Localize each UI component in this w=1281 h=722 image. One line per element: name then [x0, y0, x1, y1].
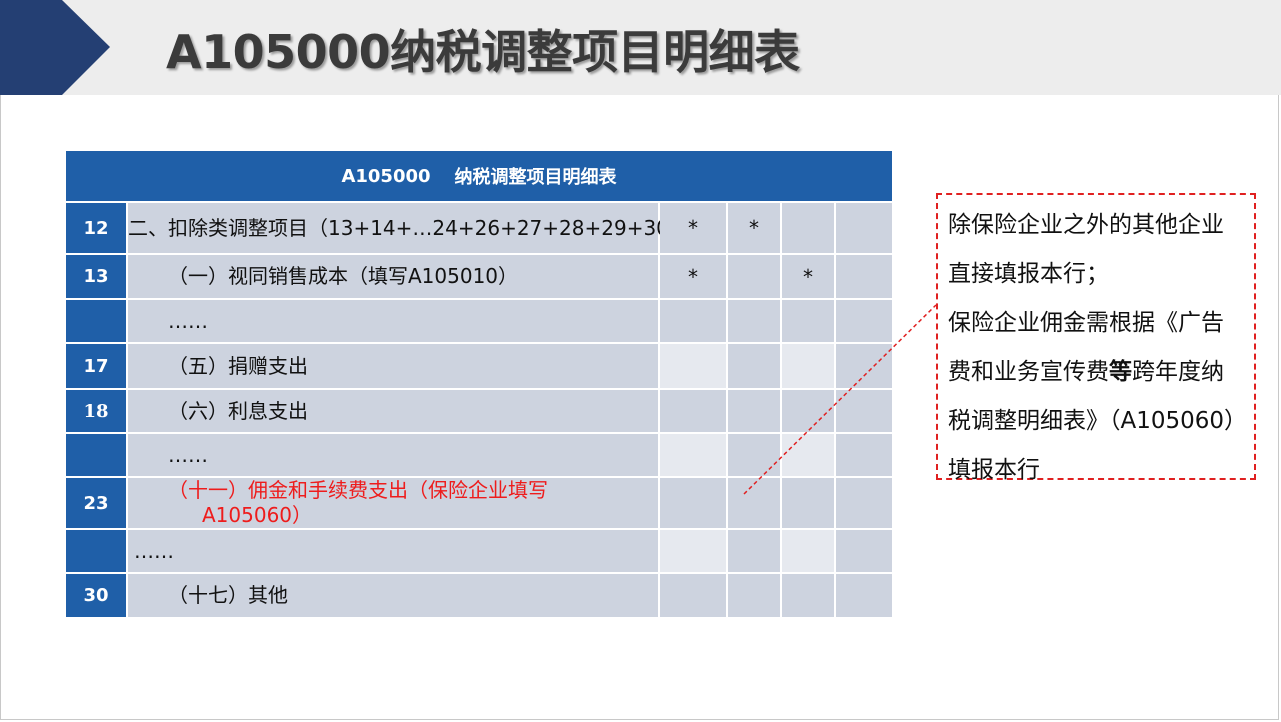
row-number: 18 [66, 390, 128, 432]
table-code: A105000 [341, 165, 431, 187]
row-cell [836, 530, 892, 572]
row-cell [660, 390, 728, 432]
row-cell [728, 255, 782, 298]
table-row: 13 （一）视同销售成本（填写A105010） * * [66, 255, 892, 300]
row-cell [728, 478, 782, 528]
table-row: 17 （五）捐赠支出 [66, 344, 892, 390]
row-cell: * [728, 203, 782, 253]
row-name: （六）利息支出 [128, 390, 660, 432]
note-line: 直接填报本行； [948, 261, 1109, 287]
row-cell [836, 203, 892, 253]
row-cell [660, 574, 728, 617]
row-name-text: （六）利息支出 [168, 398, 308, 423]
row-cell [782, 530, 836, 572]
row-cell [782, 203, 836, 253]
row-name: …… [128, 434, 660, 476]
row-cell [782, 390, 836, 432]
row-cell [836, 390, 892, 432]
row-name: （五）捐赠支出 [128, 344, 660, 388]
row-name-text: （一）视同销售成本（填写A105010） [168, 264, 519, 288]
row-name: （一）视同销售成本（填写A105010） [128, 255, 660, 298]
row-cell [836, 344, 892, 388]
table-header: A105000 纳税调整项目明细表 [66, 151, 892, 201]
row-name-text: …… [168, 308, 208, 333]
row-name-line1: （十一）佣金和手续费支出（保险企业填写 [168, 478, 548, 502]
row-cell [836, 574, 892, 617]
header-band: A105000纳税调整项目明细表 [0, 0, 1281, 95]
row-name: （十一）佣金和手续费支出（保险企业填写 A105060） [128, 478, 660, 528]
row-cell [660, 530, 728, 572]
row-cell [836, 300, 892, 342]
slide-title: A105000纳税调整项目明细表 [166, 25, 800, 79]
table-row: 30 （十七）其他 [66, 574, 892, 617]
row-number: 12 [66, 203, 128, 253]
row-cell [660, 300, 728, 342]
row-cell [728, 530, 782, 572]
row-cell [728, 300, 782, 342]
row-name-text: …… [168, 442, 208, 467]
row-cell [728, 434, 782, 476]
row-number: 30 [66, 574, 128, 617]
row-cell [660, 478, 728, 528]
row-cell [836, 255, 892, 298]
row-name: （十七）其他 [128, 574, 660, 617]
row-cell [836, 434, 892, 476]
row-cell: * [660, 203, 728, 253]
table-name: 纳税调整项目明细表 [454, 167, 617, 188]
row-name-text: （五）捐赠支出 [168, 353, 308, 378]
note-line: 税调整明细表》（A105060） [948, 408, 1248, 434]
row-number: 17 [66, 344, 128, 388]
note-line: 填报本行 [948, 457, 1040, 483]
row-cell: * [660, 255, 728, 298]
row-name-text: （十七）其他 [168, 583, 288, 607]
row-number [66, 530, 128, 572]
note-line: 除保险企业之外的其他企业 [948, 212, 1224, 238]
table-row: 18 （六）利息支出 [66, 390, 892, 434]
row-cell [728, 344, 782, 388]
row-cell [660, 344, 728, 388]
row-cell [782, 478, 836, 528]
row-name: 二、扣除类调整项目（13+14+…24+26+27+28+29+30） [128, 203, 689, 253]
note-text: 费和业务宣传费 [948, 359, 1109, 385]
row-name-line2: A105060） [202, 503, 313, 527]
row-cell: * [782, 255, 836, 298]
row-cell [782, 300, 836, 342]
row-cell [836, 478, 892, 528]
row-number: 13 [66, 255, 128, 298]
table-row: 12 二、扣除类调整项目（13+14+…24+26+27+28+29+30） *… [66, 203, 892, 255]
row-name-text: …… [134, 538, 174, 563]
table-row: 23 （十一）佣金和手续费支出（保险企业填写 A105060） [66, 478, 892, 530]
table-row: …… [66, 530, 892, 574]
row-number [66, 300, 128, 342]
row-cell [728, 574, 782, 617]
table-row: …… [66, 300, 892, 344]
table-row: …… [66, 434, 892, 478]
note-bold-text: 等 [1109, 359, 1132, 385]
tax-adjustment-table: A105000 纳税调整项目明细表 12 二、扣除类调整项目（13+14+…24… [66, 151, 892, 617]
row-cell [660, 434, 728, 476]
row-name: …… [128, 530, 660, 572]
header-arrow-icon [0, 0, 110, 95]
row-number [66, 434, 128, 476]
row-cell [782, 344, 836, 388]
row-cell [782, 574, 836, 617]
note-line: 费和业务宣传费等跨年度纳 [948, 348, 1254, 397]
note-line: 保险企业佣金需根据《广告 [948, 310, 1224, 336]
row-cell [782, 434, 836, 476]
row-number: 23 [66, 478, 128, 528]
row-name: …… [128, 300, 660, 342]
row-cell [728, 390, 782, 432]
note-text: 跨年度纳 [1132, 359, 1224, 385]
callout-note: 除保险企业之外的其他企业 直接填报本行； 保险企业佣金需根据《广告 费和业务宣传… [936, 193, 1256, 483]
